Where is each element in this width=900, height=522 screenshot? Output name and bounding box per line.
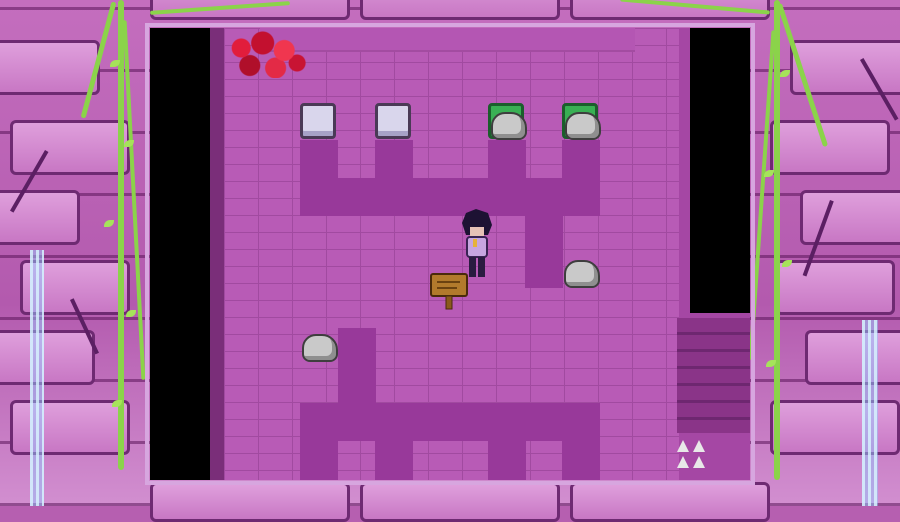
background-brick — [0, 330, 95, 385]
rock-icon[interactable] — [562, 256, 600, 288]
rock-icon[interactable] — [563, 108, 601, 140]
background-brick — [360, 482, 560, 522]
background-brick — [150, 482, 350, 522]
waterfall — [30, 250, 44, 506]
vine — [122, 20, 146, 380]
switch-plate-icon[interactable] — [375, 103, 411, 139]
background-brick — [805, 330, 900, 385]
vine-leaf — [780, 70, 790, 77]
background-brick — [10, 400, 130, 455]
floor-path — [338, 328, 376, 403]
rock-icon[interactable] — [489, 108, 527, 140]
switch-plate-icon[interactable] — [562, 103, 601, 140]
left-void — [150, 28, 210, 480]
background-brick — [775, 260, 895, 315]
floor-path — [300, 178, 600, 216]
floor-path — [488, 441, 526, 480]
vine-leaf — [764, 170, 774, 177]
background-brick — [570, 482, 770, 522]
game-viewport[interactable] — [150, 28, 750, 480]
background-brick — [800, 190, 900, 245]
vine-leaf — [104, 220, 114, 227]
vine-leaf — [126, 310, 136, 317]
background-brick — [0, 40, 100, 95]
red-bush-icon — [224, 28, 310, 78]
right-void — [690, 28, 750, 313]
floor-path — [300, 403, 600, 441]
floor-path — [562, 441, 600, 480]
player-sprite — [458, 209, 494, 281]
spike-trap-icon — [675, 438, 711, 474]
switch-plate-icon[interactable] — [300, 103, 336, 139]
floor-path — [300, 441, 338, 480]
background-brick — [770, 400, 900, 455]
rock-icon[interactable] — [300, 330, 338, 362]
background-brick — [770, 120, 890, 175]
background-brick — [10, 120, 130, 175]
floor-path — [375, 441, 413, 480]
background-brick — [0, 190, 80, 245]
switch-plate-icon[interactable] — [488, 103, 527, 140]
floor-path — [525, 216, 563, 288]
left-ledge — [210, 28, 224, 480]
right-stairs — [677, 318, 750, 433]
top-wall-strip — [260, 28, 635, 52]
vine — [774, 0, 780, 480]
background-brick — [360, 0, 560, 20]
waterfall — [862, 320, 878, 506]
